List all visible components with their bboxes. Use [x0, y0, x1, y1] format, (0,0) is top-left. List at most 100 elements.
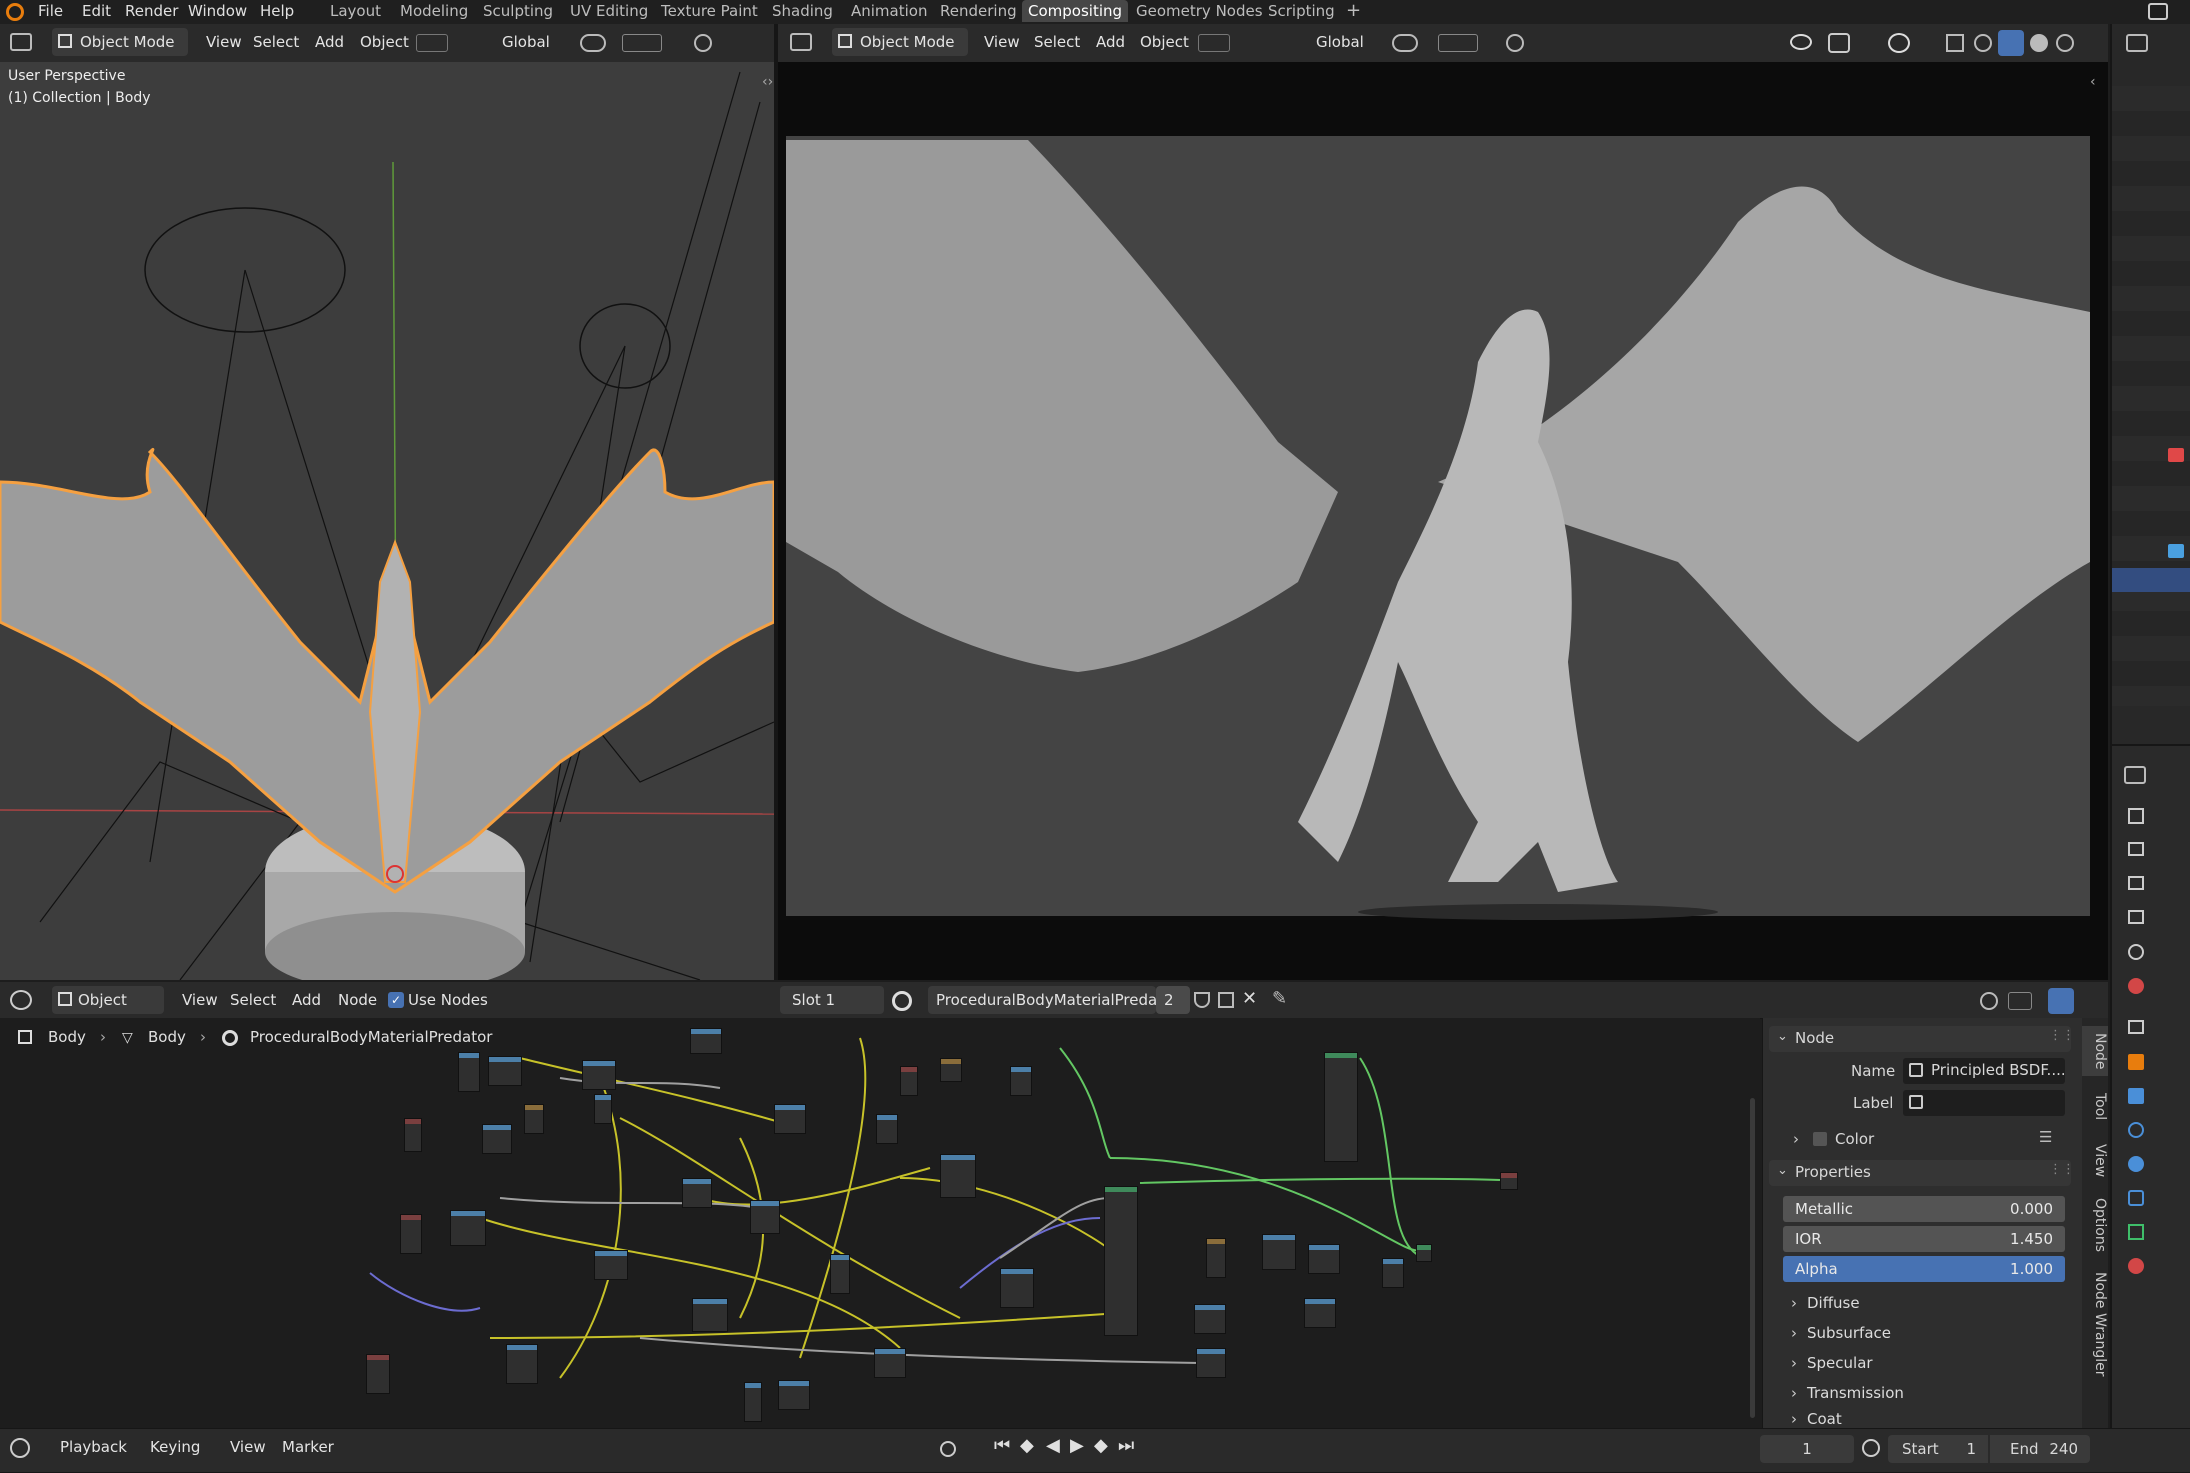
- color-presets-icon[interactable]: ☰: [2039, 1128, 2052, 1146]
- shading-rendered-icon[interactable]: [2056, 34, 2074, 52]
- stopwatch-icon[interactable]: [1862, 1439, 1880, 1457]
- properties-editor-icon[interactable]: [2124, 766, 2146, 784]
- pin-icon[interactable]: ✎: [1272, 988, 1287, 1009]
- subsection-diffuse[interactable]: › Diffuse: [1791, 1294, 1860, 1312]
- node-box[interactable]: [830, 1254, 850, 1294]
- tab-geometry-nodes[interactable]: Geometry Nodes: [1130, 0, 1269, 22]
- use-nodes-label[interactable]: Use Nodes: [408, 986, 488, 1014]
- menu-window[interactable]: Window: [188, 0, 247, 22]
- material-user-count[interactable]: 2: [1156, 986, 1190, 1014]
- node-menu-view[interactable]: View: [182, 986, 218, 1014]
- sidebar-tab-node-wrangler[interactable]: Node Wrangler: [2082, 1268, 2108, 1380]
- editor-type-icon[interactable]: [10, 33, 32, 51]
- node-box[interactable]: [1104, 1186, 1138, 1336]
- overlay-icon[interactable]: [1888, 33, 1910, 53]
- view-layer-tab-icon[interactable]: [2128, 910, 2144, 924]
- node-box[interactable]: [450, 1210, 486, 1246]
- shader-editor-icon[interactable]: [10, 990, 32, 1010]
- scene-tab-icon[interactable]: [2128, 944, 2144, 960]
- node-box[interactable]: [488, 1056, 522, 1086]
- scene-icon[interactable]: [2148, 3, 2168, 20]
- node-box[interactable]: [1194, 1304, 1226, 1334]
- node-editor-scrollbar[interactable]: [1750, 1098, 1755, 1418]
- timeline-editor-icon[interactable]: [10, 1438, 30, 1458]
- timeline-menu-keying[interactable]: Keying: [150, 1433, 200, 1461]
- node-box[interactable]: [682, 1178, 712, 1208]
- node-menu-select[interactable]: Select: [230, 986, 276, 1014]
- node-box[interactable]: [524, 1104, 544, 1134]
- node-box[interactable]: [750, 1200, 780, 1234]
- node-box[interactable]: [506, 1344, 538, 1384]
- menu-help[interactable]: Help: [260, 0, 294, 22]
- alpha-slider[interactable]: Alpha 1.000: [1783, 1256, 2065, 1282]
- node-editor-canvas[interactable]: Body › ▽ Body › ProceduralBodyMaterialPr…: [0, 1018, 1760, 1428]
- world-tab-icon[interactable]: [2128, 978, 2144, 994]
- shading-material-icon[interactable]: [2030, 34, 2048, 52]
- editor-type-icon-2[interactable]: [790, 33, 812, 51]
- current-frame-field[interactable]: 1: [1760, 1435, 1854, 1463]
- color-subsection[interactable]: › Color ☰: [1793, 1128, 2073, 1152]
- proportional-icon[interactable]: [694, 34, 712, 52]
- node-box[interactable]: [458, 1052, 480, 1092]
- menu-view-2[interactable]: View: [984, 28, 1020, 56]
- node-box[interactable]: [1262, 1234, 1296, 1270]
- node-box[interactable]: [404, 1118, 422, 1152]
- node-box[interactable]: [778, 1380, 810, 1410]
- node-menu-node[interactable]: Node: [338, 986, 377, 1014]
- snap-icon[interactable]: [622, 34, 662, 52]
- slot-dropdown[interactable]: Slot 1: [780, 986, 884, 1014]
- metallic-slider[interactable]: Metallic 0.000: [1783, 1196, 2065, 1222]
- color-checkbox[interactable]: [1813, 1132, 1827, 1146]
- node-section-header[interactable]: ⌄ Node ⋮⋮: [1769, 1026, 2075, 1052]
- auto-keying-icon[interactable]: [940, 1441, 956, 1457]
- node-box[interactable]: [900, 1066, 918, 1096]
- node-box[interactable]: [876, 1114, 898, 1144]
- node-box[interactable]: [594, 1250, 628, 1280]
- node-box[interactable]: [1000, 1268, 1034, 1308]
- next-keyframe-icon[interactable]: ◆: [1094, 1435, 1108, 1456]
- node-box[interactable]: [1206, 1238, 1226, 1278]
- jump-start-icon[interactable]: ⏮: [994, 1435, 1010, 1456]
- material-name-field[interactable]: ProceduralBodyMaterialPredator: [928, 986, 1178, 1014]
- constraints-tab-icon[interactable]: [2128, 1190, 2144, 1206]
- node-box[interactable]: [1500, 1172, 1518, 1190]
- xray-icon[interactable]: [1946, 34, 1964, 52]
- snap-dropdown-icon[interactable]: [416, 34, 448, 52]
- node-box[interactable]: [1308, 1244, 1340, 1274]
- unlink-material-icon[interactable]: ✕: [1242, 988, 1257, 1009]
- tab-scripting[interactable]: Scripting: [1262, 0, 1341, 22]
- material-browse-icon[interactable]: [892, 991, 912, 1011]
- tab-layout[interactable]: Layout: [324, 0, 387, 22]
- outliner-selected-row[interactable]: [2112, 568, 2190, 592]
- snap-dropdown-icon-2[interactable]: [1198, 34, 1230, 52]
- node-box[interactable]: [1196, 1348, 1226, 1378]
- fake-user-shield-icon[interactable]: [1194, 992, 1210, 1008]
- label-field[interactable]: [1903, 1090, 2065, 1116]
- node-box[interactable]: [482, 1124, 512, 1154]
- use-nodes-checkbox[interactable]: ✓: [388, 992, 404, 1008]
- node-snap-icon[interactable]: [1980, 992, 1998, 1010]
- jump-end-icon[interactable]: ⏭: [1118, 1435, 1134, 1456]
- shader-type-dropdown[interactable]: Object: [52, 986, 164, 1014]
- node-box[interactable]: [940, 1154, 976, 1198]
- menu-select[interactable]: Select: [253, 28, 299, 56]
- node-box[interactable]: [774, 1104, 806, 1134]
- node-overlay-icon[interactable]: [2048, 988, 2074, 1014]
- particles-tab-icon[interactable]: [2128, 1122, 2144, 1138]
- tab-modeling[interactable]: Modeling: [394, 0, 474, 22]
- pivot-icon[interactable]: [580, 34, 606, 52]
- shading-wireframe-icon[interactable]: [1974, 34, 1992, 52]
- left-3d-viewport[interactable]: User Perspective (1) Collection | Body: [0, 62, 774, 980]
- visibility-icon[interactable]: [1790, 34, 1812, 50]
- subsection-subsurface[interactable]: › Subsurface: [1791, 1324, 1891, 1342]
- collection-tab-icon[interactable]: [2128, 1020, 2144, 1034]
- right-rendered-viewport[interactable]: ‹: [778, 62, 2108, 980]
- tab-texture-paint[interactable]: Texture Paint: [655, 0, 764, 22]
- menu-view[interactable]: View: [206, 28, 242, 56]
- menu-select-2[interactable]: Select: [1034, 28, 1080, 56]
- node-box[interactable]: [1416, 1244, 1432, 1262]
- duplicate-material-icon[interactable]: [1218, 992, 1234, 1008]
- material-tab-icon[interactable]: [2128, 1258, 2144, 1274]
- menu-add[interactable]: Add: [315, 28, 344, 56]
- shading-solid-icon[interactable]: [1998, 30, 2024, 56]
